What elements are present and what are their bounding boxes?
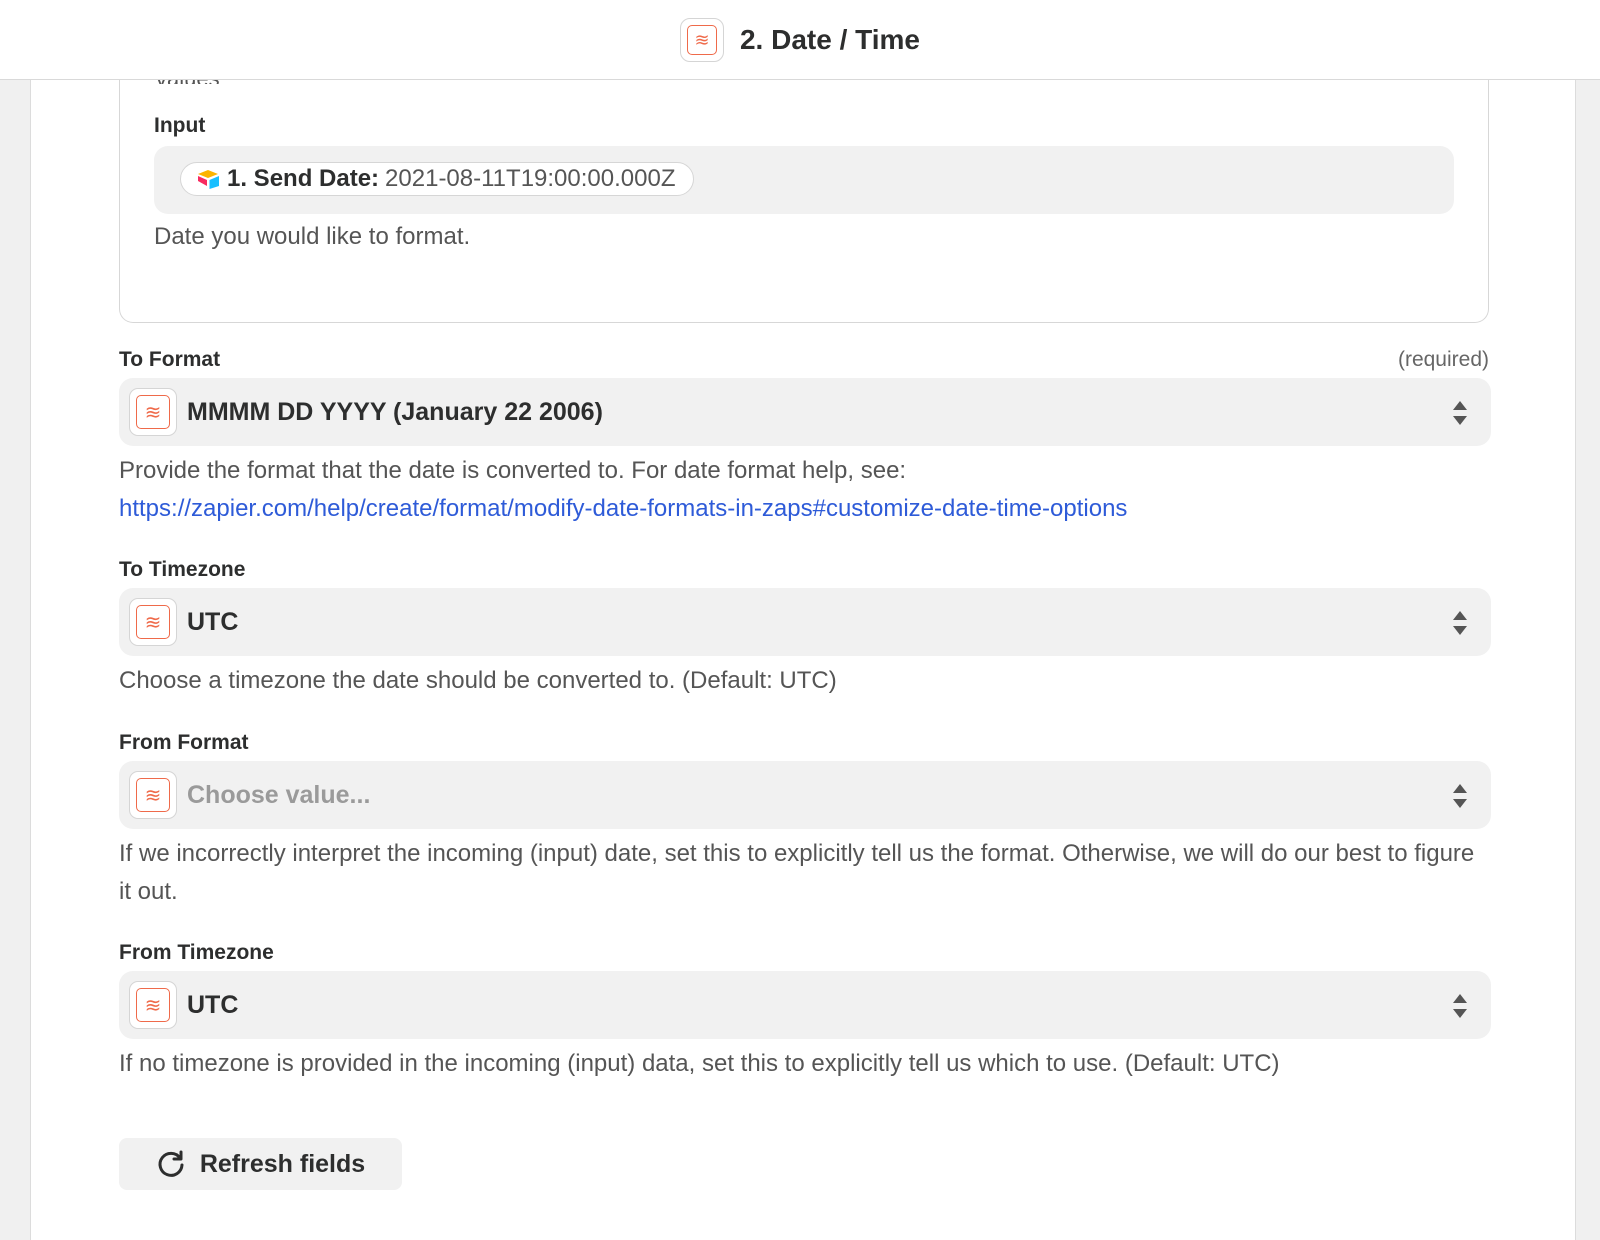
formatter-icon: ≋ bbox=[129, 598, 177, 646]
from-format-help: If we incorrectly interpret the incoming… bbox=[119, 840, 1475, 905]
send-date-token[interactable]: 1. Send Date: 2021-08-11T19:00:00.000Z bbox=[180, 162, 695, 196]
to-timezone-select[interactable]: ≋ UTC bbox=[119, 588, 1491, 656]
step-title: 2. Date / Time bbox=[739, 23, 920, 55]
to-timezone-label: To Timezone bbox=[119, 558, 246, 581]
from-timezone-label: From Timezone bbox=[119, 941, 274, 964]
to-format-select[interactable]: ≋ MMMM DD YYYY (January 22 2006) bbox=[119, 378, 1491, 446]
refresh-icon bbox=[158, 1150, 184, 1177]
input-label: Input bbox=[154, 114, 206, 137]
formatter-icon: ≋ bbox=[679, 17, 724, 62]
chevron-updown-icon bbox=[1453, 784, 1467, 808]
chevron-updown-icon bbox=[1453, 994, 1467, 1018]
required-indicator: (required) bbox=[1397, 348, 1489, 371]
values-section: Values Input 1. Send Date: 2021-08-11T19… bbox=[119, 66, 1489, 323]
input-help-text: Date you would like to format. bbox=[154, 223, 471, 250]
refresh-fields-button[interactable]: Refresh fields bbox=[119, 1138, 402, 1190]
step-config-panel: Values Input 1. Send Date: 2021-08-11T19… bbox=[30, 66, 1576, 1240]
from-timezone-select[interactable]: ≋ UTC bbox=[119, 971, 1491, 1039]
to-format-value: MMMM DD YYYY (January 22 2006) bbox=[187, 398, 603, 426]
to-format-help-text: Provide the format that the date is conv… bbox=[119, 457, 907, 484]
chevron-updown-icon bbox=[1453, 611, 1467, 635]
date-format-help-link[interactable]: https://zapier.com/help/create/format/mo… bbox=[119, 495, 1127, 522]
refresh-fields-label: Refresh fields bbox=[199, 1149, 366, 1178]
to-timezone-help: Choose a timezone the date should be con… bbox=[119, 667, 837, 694]
formatter-icon: ≋ bbox=[129, 981, 177, 1029]
input-field[interactable]: 1. Send Date: 2021-08-11T19:00:00.000Z bbox=[154, 146, 1454, 214]
to-timezone-value: UTC bbox=[187, 608, 239, 636]
to-format-help: Provide the format that the date is conv… bbox=[119, 452, 1491, 528]
chevron-updown-icon bbox=[1453, 401, 1467, 425]
from-format-select[interactable]: ≋ Choose value... bbox=[119, 761, 1491, 829]
airtable-icon bbox=[198, 170, 219, 189]
from-timezone-help: If no timezone is provided in the incomi… bbox=[119, 1050, 1280, 1077]
from-format-label: From Format bbox=[119, 731, 249, 754]
from-format-placeholder: Choose value... bbox=[187, 781, 371, 809]
formatter-icon: ≋ bbox=[129, 388, 177, 436]
top-bar: ≋ 2. Date / Time bbox=[0, 0, 1600, 80]
token-value: 2021-08-11T19:00:00.000Z bbox=[385, 165, 676, 192]
token-key: 1. Send Date: bbox=[227, 165, 380, 192]
from-timezone-value: UTC bbox=[187, 991, 239, 1019]
to-format-label: To Format bbox=[119, 348, 221, 371]
formatter-icon: ≋ bbox=[129, 771, 177, 819]
